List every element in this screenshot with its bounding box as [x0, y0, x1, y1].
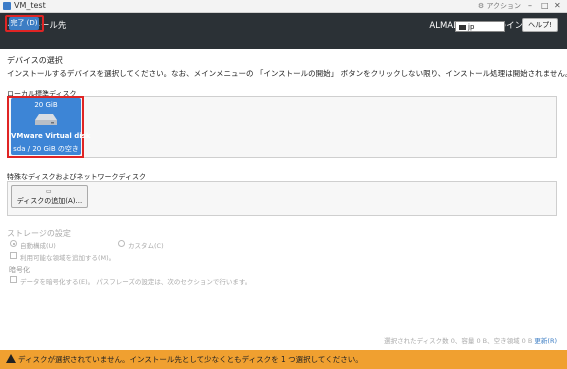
make-space-label: 利用可能な領域を追加する(M)。	[20, 254, 116, 262]
custom-radio[interactable]	[118, 240, 125, 247]
disk-size: 20 GiB	[34, 101, 58, 109]
add-disk-button[interactable]: ▭ ディスクの追加(A)...	[11, 185, 88, 208]
disk-free-space: sda / 20 GiB の空き	[13, 145, 79, 153]
custom-label: カスタム(C)	[128, 242, 164, 250]
refresh-link[interactable]: 更新(R)	[534, 337, 557, 345]
device-selection-description: インストールするデバイスを選択してください。なお、メインメニューの 「インストー…	[7, 69, 567, 78]
automatic-radio[interactable]	[10, 240, 17, 247]
disk-name: VMware Virtual disk	[11, 132, 91, 140]
warning-bar: ディスクが選択されていません。インストール先として少なくともディスクを 1 つ選…	[0, 350, 567, 369]
automatic-label: 自動構成(U)	[20, 242, 56, 250]
device-selection-title: デバイスの選択	[7, 56, 63, 65]
keyboard-layout-indicator[interactable]: jp	[455, 21, 505, 32]
warning-text: ディスクが選択されていません。インストール先として少なくともディスクを 1 つ選…	[18, 355, 363, 364]
window-title: VM_test	[14, 1, 46, 10]
keyboard-layout-label: jp	[468, 23, 475, 31]
make-space-checkbox[interactable]	[10, 252, 17, 259]
minimize-icon[interactable]: –	[528, 1, 532, 10]
warning-icon	[6, 354, 16, 363]
encrypt-label: データを暗号化する(E)。 パスフレーズの設定は、次のセクションで行います。	[20, 278, 252, 286]
done-button[interactable]: 完了 (D)	[9, 17, 39, 30]
maximize-icon[interactable]: □	[541, 1, 549, 10]
actions-menu[interactable]: ⚙ アクション	[478, 1, 521, 11]
actions-label: アクション	[486, 2, 521, 10]
encrypt-checkbox[interactable]	[10, 276, 17, 283]
add-disk-icon: ▭	[46, 188, 52, 195]
storage-config-title: ストレージの設定	[7, 229, 71, 238]
add-disk-label: ディスクの追加(A)...	[16, 197, 83, 205]
keyboard-icon	[459, 24, 466, 30]
disk-summary: 選択されたディスク数 0、容量 0 B、空き領域 0 B 更新(R)	[384, 335, 557, 345]
special-disks-panel	[7, 181, 557, 216]
local-disks-panel	[7, 96, 557, 158]
hard-disk-icon	[35, 114, 57, 125]
disk-summary-text: 選択されたディスク数 0、容量 0 B、空き領域 0 B	[384, 337, 533, 345]
help-button[interactable]: ヘルプ!	[522, 18, 558, 32]
encryption-title: 暗号化	[9, 266, 30, 274]
close-icon[interactable]: ✕	[554, 1, 561, 10]
window-titlebar: VM_test ⚙ アクション – □ ✕	[0, 0, 567, 13]
vm-app-icon	[3, 2, 11, 10]
